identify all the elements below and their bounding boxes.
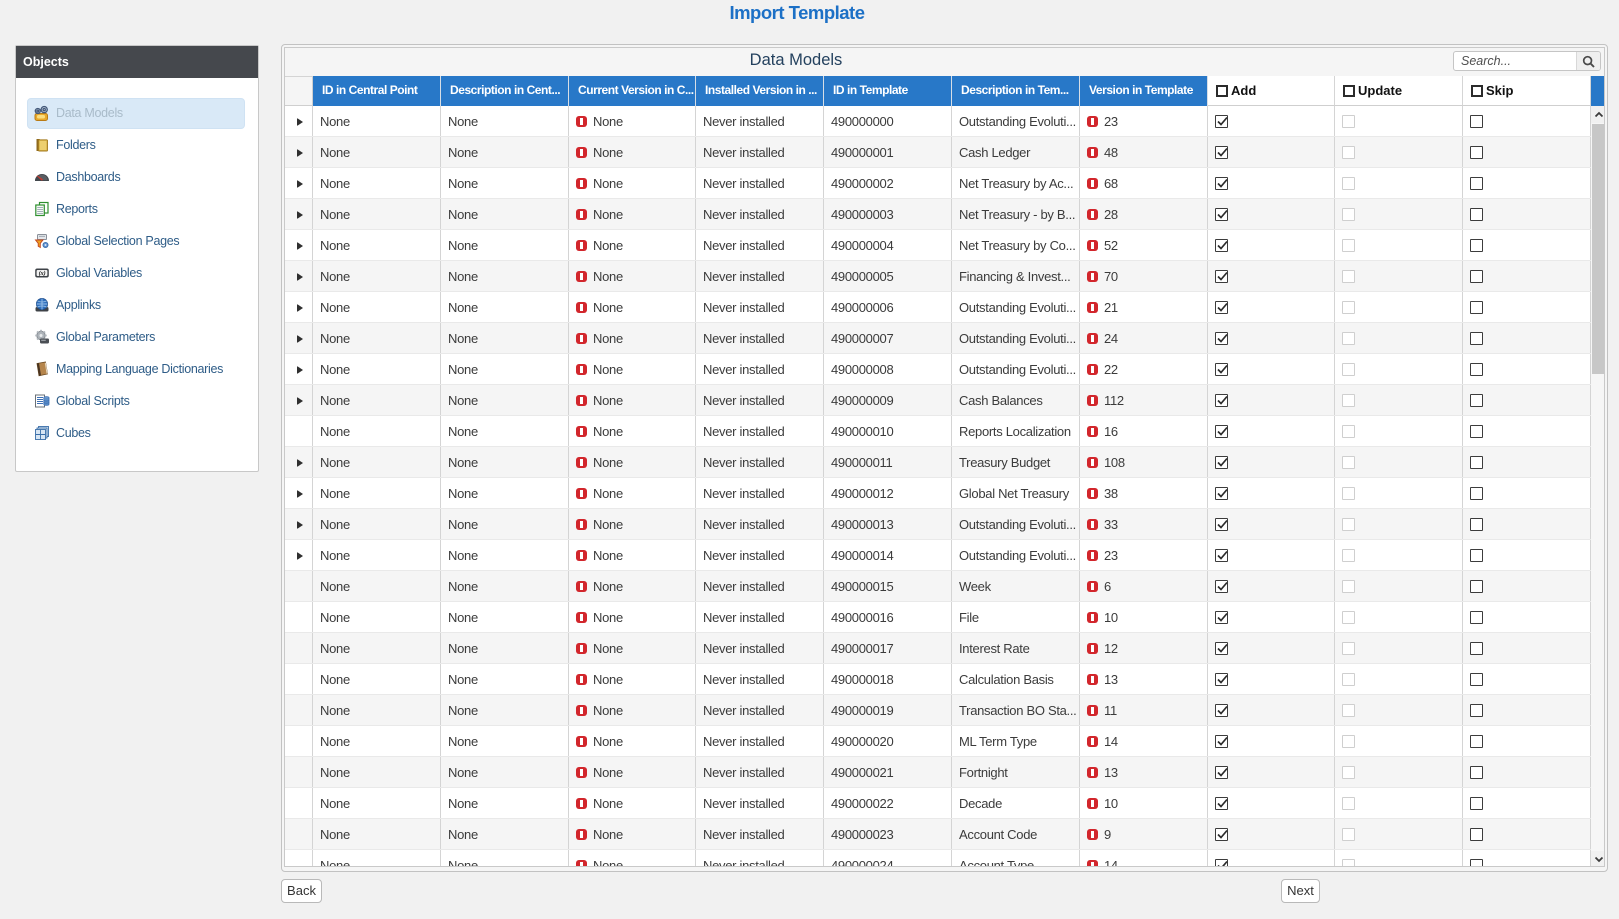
svg-text:(x): (x) [39,270,46,277]
